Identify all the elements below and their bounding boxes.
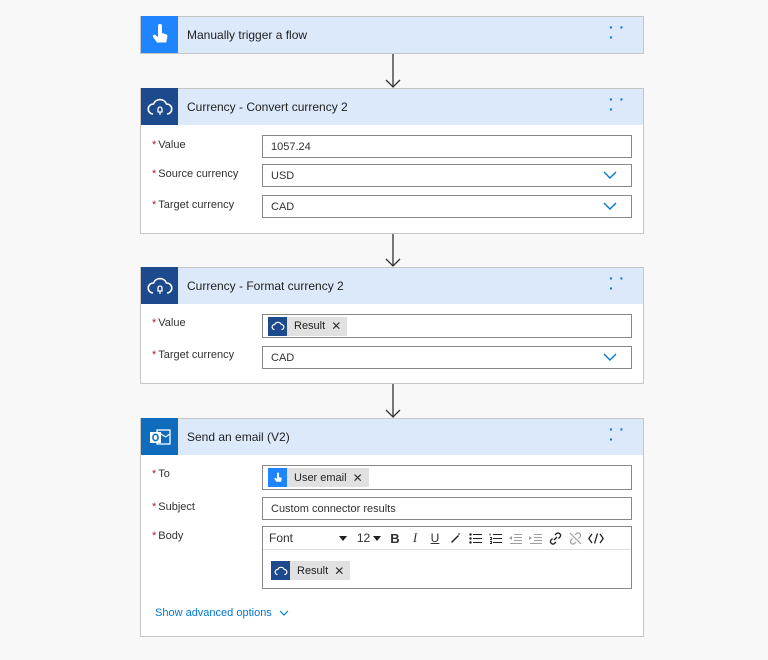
target-currency-value: CAD — [271, 351, 295, 364]
show-advanced-options-label: Show advanced options — [155, 607, 272, 619]
dynamic-content-token[interactable]: Result ✕ — [268, 316, 348, 336]
source-currency-label: * Source currency — [152, 168, 238, 180]
chevron-down-icon[interactable] — [603, 353, 617, 362]
font-select-value: Font — [269, 531, 294, 545]
dynamic-content-token[interactable]: Result ✕ — [271, 561, 351, 580]
code-view-icon[interactable] — [585, 527, 607, 549]
value-label-text: Value — [158, 139, 186, 151]
source-currency-label-text: Source currency — [158, 168, 239, 180]
target-currency-label-text: Target currency — [158, 199, 235, 211]
subject-input-text: Custom connector results — [271, 502, 396, 515]
to-label: * To — [152, 468, 170, 480]
rich-text-toolbar: Font 12 B I U — [263, 527, 631, 550]
target-currency-label-text: Target currency — [158, 349, 235, 361]
cloud-connector-icon — [141, 267, 178, 304]
insert-link-icon[interactable] — [545, 527, 565, 549]
body-content[interactable]: Result ✕ — [263, 550, 631, 580]
value-label: * Value — [152, 317, 186, 329]
required-marker: * — [152, 530, 157, 542]
remove-link-icon[interactable] — [565, 527, 585, 549]
email-header[interactable]: Send an email (V2) · · · — [141, 418, 643, 455]
email-card[interactable]: Send an email (V2) · · · * To User email … — [140, 418, 644, 637]
flow-arrow — [385, 234, 401, 267]
body-editor[interactable]: Font 12 B I U Result ✕ — [262, 526, 632, 589]
token-label: Result — [294, 320, 326, 332]
caret-down-icon — [373, 535, 382, 541]
target-currency-label: * Target currency — [152, 199, 234, 211]
flow-arrow — [385, 384, 401, 418]
show-advanced-options-link[interactable]: Show advanced options — [155, 607, 289, 619]
required-marker: * — [152, 317, 157, 329]
token-label: Result — [297, 564, 329, 577]
remove-token-icon[interactable]: ✕ — [353, 471, 363, 485]
convert-title: Currency - Convert currency 2 — [187, 100, 348, 114]
font-size-select[interactable]: 12 — [353, 527, 385, 549]
trigger-card[interactable]: Manually trigger a flow · · · — [140, 16, 644, 54]
subject-label: * Subject — [152, 501, 195, 513]
value-label-text: Value — [158, 317, 186, 329]
chevron-down-icon[interactable] — [603, 171, 617, 180]
cloud-connector-icon — [268, 316, 287, 336]
trigger-title: Manually trigger a flow — [187, 28, 308, 42]
trigger-header[interactable]: Manually trigger a flow · · · — [141, 16, 643, 53]
format-title: Currency - Format currency 2 — [187, 279, 344, 293]
required-marker: * — [152, 501, 157, 513]
touch-icon — [141, 16, 178, 53]
bulleted-list-icon[interactable] — [465, 527, 485, 549]
required-marker: * — [152, 349, 157, 361]
touch-icon — [268, 468, 287, 487]
target-currency-select[interactable]: CAD — [262, 346, 632, 369]
target-currency-value: CAD — [271, 200, 295, 213]
cloud-connector-icon — [141, 88, 178, 125]
body-label-text: Body — [158, 530, 184, 542]
underline-icon[interactable]: U — [425, 527, 445, 549]
subject-label-text: Subject — [158, 501, 195, 513]
flow-arrow — [385, 54, 401, 88]
remove-token-icon[interactable]: ✕ — [331, 319, 341, 333]
increase-indent-icon[interactable] — [525, 527, 545, 549]
target-currency-label: * Target currency — [152, 349, 234, 361]
source-currency-value: USD — [271, 169, 295, 182]
format-header[interactable]: Currency - Format currency 2 · · · — [141, 267, 643, 304]
convert-more-button[interactable]: · · · — [609, 89, 635, 125]
required-marker: * — [152, 199, 157, 211]
trigger-more-button[interactable]: · · · — [609, 17, 635, 53]
outlook-icon — [141, 418, 178, 455]
font-size-value: 12 — [356, 531, 371, 545]
cloud-connector-icon — [271, 561, 290, 580]
bold-icon[interactable]: B — [385, 527, 405, 549]
value-input-text: 1057.24 — [271, 140, 311, 153]
email-title: Send an email (V2) — [187, 430, 290, 444]
required-marker: * — [152, 139, 157, 151]
convert-header[interactable]: Currency - Convert currency 2 · · · — [141, 88, 643, 125]
required-marker: * — [152, 168, 157, 180]
decrease-indent-icon[interactable] — [505, 527, 525, 549]
chevron-down-icon — [279, 610, 289, 616]
font-select[interactable]: Font — [263, 527, 353, 549]
to-label-text: To — [158, 468, 170, 480]
to-input[interactable]: User email ✕ — [262, 465, 632, 490]
chevron-down-icon[interactable] — [603, 202, 617, 211]
body-label: * Body — [152, 530, 183, 542]
convert-card[interactable]: Currency - Convert currency 2 · · · * Val… — [140, 88, 644, 234]
caret-down-icon — [339, 535, 347, 541]
required-marker: * — [152, 468, 157, 480]
value-input[interactable]: Result ✕ — [262, 314, 632, 338]
source-currency-select[interactable]: USD — [262, 164, 632, 187]
format-more-button[interactable]: · · · — [609, 268, 635, 304]
subject-input[interactable]: Custom connector results — [262, 497, 632, 520]
remove-token-icon[interactable]: ✕ — [334, 564, 344, 578]
value-label: * Value — [152, 139, 186, 151]
format-card[interactable]: Currency - Format currency 2 · · · * Valu… — [140, 267, 644, 384]
email-more-button[interactable]: · · · — [609, 419, 635, 455]
numbered-list-icon[interactable] — [485, 527, 505, 549]
value-input[interactable]: 1057.24 — [262, 135, 632, 158]
italic-icon[interactable]: I — [405, 527, 425, 549]
token-label: User email — [294, 471, 347, 484]
target-currency-select[interactable]: CAD — [262, 195, 632, 218]
highlight-pen-icon[interactable] — [445, 527, 465, 549]
dynamic-content-token[interactable]: User email ✕ — [268, 468, 369, 487]
